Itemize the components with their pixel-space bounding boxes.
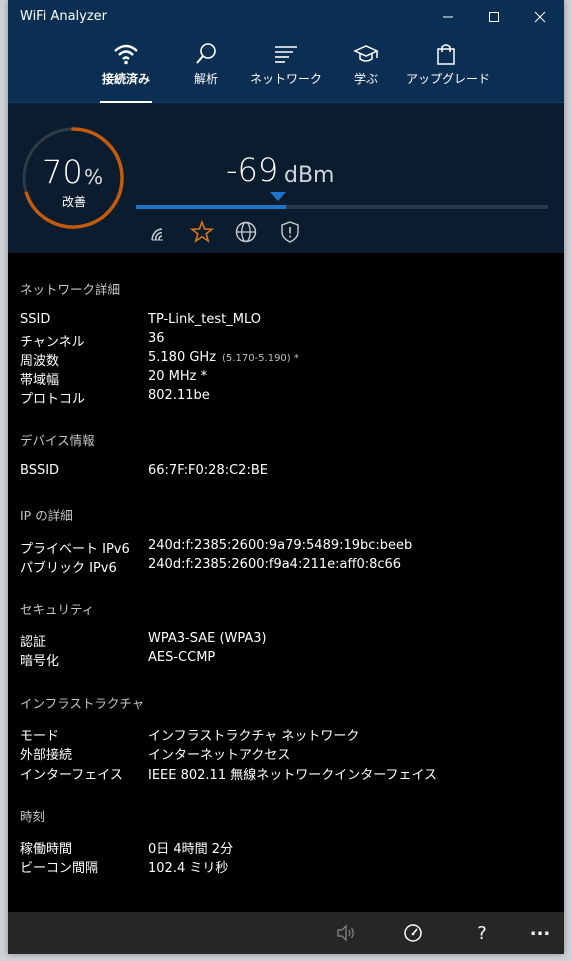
more-button[interactable]: ...	[518, 912, 562, 954]
row-value-uptime: 0日 4時間 2分	[148, 842, 234, 857]
tab-label: 解析	[193, 72, 218, 86]
tab-upgrade[interactable]: アップグレード	[406, 42, 491, 98]
section-title-device: デバイス情報	[20, 433, 95, 448]
close-button[interactable]	[517, 0, 563, 34]
row-value-beacon: 102.4 ミリ秒	[148, 861, 229, 876]
row-value-encryption: AES-CCMP	[148, 650, 216, 665]
main-nav: 接続済み 解析 ネットワーク 学ぶ アップグレード	[8, 34, 564, 104]
row-label: 帯域幅	[20, 373, 60, 388]
row-label: ビーコン間隔	[20, 861, 99, 876]
speaker-icon	[337, 924, 354, 942]
row-value-interface: IEEE 802.11 無線ネットワークインターフェイス	[148, 768, 438, 783]
row-value-protocol: 802.11be	[148, 388, 210, 403]
maximize-icon	[489, 12, 499, 22]
minimize-icon	[443, 16, 453, 18]
help-icon: ?	[477, 922, 487, 944]
row-label: BSSID	[20, 463, 60, 478]
tab-label: ネットワーク	[249, 72, 322, 86]
minimize-button[interactable]	[425, 0, 471, 34]
row-label: モード	[20, 729, 60, 744]
section-title-time: 時刻	[20, 809, 46, 824]
row-label: 外部接続	[20, 748, 73, 763]
section-title-security: セキュリティ	[20, 602, 95, 617]
bottom-command-bar: ? ...	[8, 912, 564, 954]
row-value-mode: インフラストラクチャ ネットワーク	[148, 729, 360, 744]
wifi-icon	[114, 44, 138, 65]
details-panel: ネットワーク詳細 SSID TP-Link_test_MLO チャンネル 36 …	[8, 254, 564, 912]
tab-analyze[interactable]: 解析	[166, 42, 246, 98]
row-value-public-ipv6: 240d:f:2385:2600:f9a4:211e:aff0:8c66	[148, 557, 402, 572]
signal-meter-marker	[270, 192, 286, 201]
row-label: インターフェイス	[20, 768, 123, 783]
shield-icon[interactable]	[278, 220, 302, 244]
title-bar: WiFi Analyzer	[8, 0, 564, 34]
signal-meter-fill	[136, 205, 286, 209]
signal-meter	[136, 205, 548, 209]
maximize-button[interactable]	[471, 0, 517, 34]
speaker-button[interactable]	[324, 912, 368, 954]
tab-learn[interactable]: 学ぶ	[326, 42, 406, 98]
signal-percent-unit: %	[84, 165, 104, 189]
signal-status: 改善	[62, 195, 87, 209]
signal-panel: 70 % 改善 -69 dBm	[8, 103, 564, 253]
row-value-frequency: 5.180 GHz (5.170-5.190) *	[148, 350, 299, 365]
row-label: 暗号化	[20, 654, 60, 669]
magnifier-icon	[196, 43, 216, 64]
row-label: チャンネル	[20, 335, 85, 350]
signal-percent: 70	[42, 153, 83, 191]
tab-label: 接続済み	[101, 72, 150, 86]
signal-dbm-unit: dBm	[284, 163, 335, 188]
row-value-connectivity: インターネットアクセス	[148, 748, 291, 763]
row-value-private-ipv6: 240d:f:2385:2600:9a79:5489:19bc:beeb	[148, 538, 413, 553]
graduation-cap-icon	[353, 45, 379, 62]
row-label: SSID	[20, 312, 51, 327]
shopping-bag-icon	[437, 44, 455, 65]
tab-label: 学ぶ	[353, 72, 378, 86]
row-value-bandwidth: 20 MHz *	[148, 369, 208, 384]
more-icon: ...	[529, 918, 551, 940]
speed-test-button[interactable]	[391, 912, 435, 954]
speedometer-icon	[404, 924, 422, 942]
row-value-channel: 36	[148, 331, 165, 346]
row-value-ssid: TP-Link_test_MLO	[148, 312, 262, 327]
row-value-bssid: 66:7F:F0:28:C2:BE	[148, 463, 268, 478]
tab-connected[interactable]: 接続済み	[86, 42, 166, 104]
row-label: 周波数	[20, 354, 60, 369]
frequency-range: (5.170-5.190) *	[222, 353, 299, 364]
signal-dbm: -69	[226, 151, 279, 189]
section-title-infra: インフラストラクチャ	[20, 696, 145, 711]
frequency-value: 5.180 GHz	[148, 350, 217, 365]
row-label: プライベート IPv6	[20, 542, 130, 557]
row-label: 稼働時間	[20, 842, 73, 857]
globe-icon[interactable]	[234, 220, 258, 244]
window-title: WiFi Analyzer	[20, 9, 108, 24]
star-icon[interactable]	[190, 220, 214, 244]
close-icon	[534, 11, 546, 23]
signal-arcs-icon[interactable]	[148, 220, 172, 244]
row-value-auth: WPA3-SAE (WPA3)	[148, 631, 267, 646]
section-title-ip: IP の詳細	[20, 508, 73, 523]
section-title-network: ネットワーク詳細	[20, 282, 121, 297]
network-list-icon	[275, 46, 297, 63]
row-label: パブリック IPv6	[20, 561, 117, 576]
help-button[interactable]: ?	[460, 912, 504, 954]
row-label: 認証	[20, 635, 47, 650]
app-window: WiFi Analyzer 接続済み 解析 ネットワーク 学ぶ アップグレード …	[8, 0, 564, 954]
row-label: プロトコル	[20, 392, 86, 407]
tab-networks[interactable]: ネットワーク	[246, 42, 326, 98]
tab-label: アップグレード	[406, 72, 491, 86]
